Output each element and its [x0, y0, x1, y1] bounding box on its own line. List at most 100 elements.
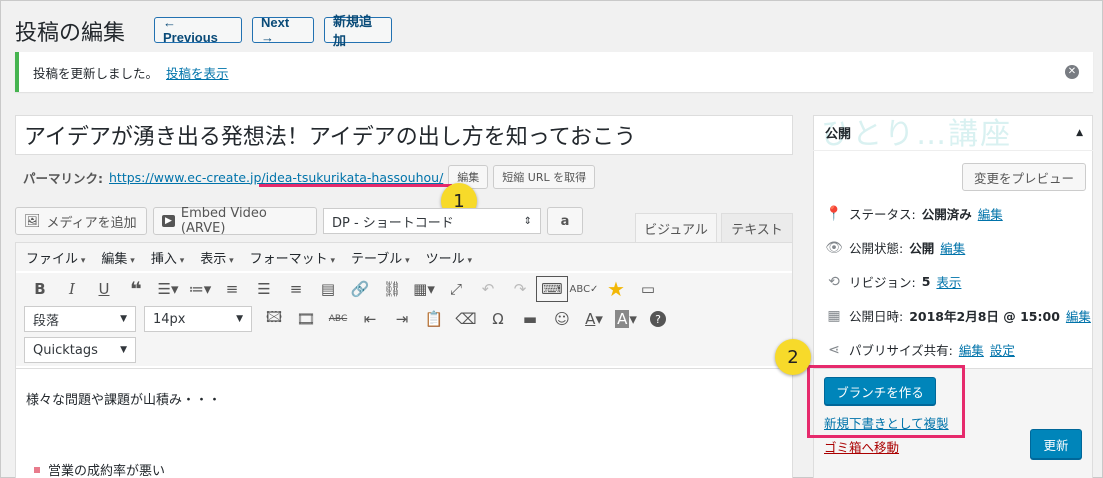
update-notice: 投稿を更新しました。 投稿を表示 ✕ — [15, 52, 1093, 92]
justify-icon[interactable]: ▤ — [312, 276, 344, 302]
format-select[interactable]: 段落 ▼ — [24, 306, 136, 332]
omega-icon[interactable]: Ω — [482, 306, 514, 332]
italic-icon[interactable]: I — [56, 276, 88, 302]
status-edit-link[interactable]: 編集 — [978, 204, 1003, 223]
revisions-view-link[interactable]: 表示 — [936, 272, 961, 291]
underline-icon[interactable]: U — [88, 276, 120, 302]
outdent-icon[interactable]: ⇤ — [354, 306, 386, 332]
text-color-icon[interactable]: A ▾ — [578, 306, 610, 332]
date-edit-link[interactable]: 編集 — [1066, 306, 1091, 325]
tab-visual[interactable]: ビジュアル — [635, 213, 717, 243]
shortlink-button[interactable]: 短縮 URL を取得 — [493, 165, 596, 189]
date-label: 公開日時: — [849, 309, 904, 324]
editor-content[interactable]: 様々な問題や課題が山積み・・・ 営業の成約率が悪い — [16, 368, 792, 478]
previous-button[interactable]: ← Previous — [154, 15, 242, 45]
menu-view[interactable]: 表示 — [200, 248, 233, 267]
bullet-list-icon[interactable]: ☰▾ — [152, 276, 184, 302]
content-paragraph: 様々な問題や課題が山積み・・・ — [26, 393, 222, 408]
page-title: 投稿の編集 — [15, 21, 126, 46]
toolbar-row-3: Quicktags ▼ — [16, 334, 792, 366]
align-left-icon[interactable]: ≡ — [216, 276, 248, 302]
status-label: ステータス: — [849, 207, 916, 222]
clear-formatting-icon[interactable]: ⌫ — [450, 306, 482, 332]
menu-tools[interactable]: ツール — [426, 248, 472, 267]
next-button[interactable]: Next → — [252, 15, 314, 45]
table-icon[interactable]: ▦▾ — [408, 276, 440, 302]
shortcode-select-value: DP - ショートコード — [332, 215, 454, 231]
select-arrows-icon: ⇕ — [523, 215, 532, 227]
format-select-value: 段落 — [33, 313, 60, 329]
visibility-label: 公開状態: — [849, 241, 904, 256]
horizontal-rule-icon[interactable]: ▬ — [514, 306, 546, 332]
page-break-icon[interactable]: ▭ — [632, 276, 664, 302]
list-item: 営業の成約率が悪い — [26, 460, 782, 478]
unlink-icon[interactable]: ⛓ — [376, 276, 408, 302]
toolbar-row-2: 段落 ▼ 14px ▼ 🖾 🎞 ABC ⇤ ⇥ 📋 ⌫ Ω ▬ ☺ A ▾ A ▾ … — [16, 303, 792, 335]
permalink-url[interactable]: https://www.ec-create.jp/idea-tsukurikat… — [109, 170, 443, 185]
bold-icon[interactable]: B — [24, 276, 56, 302]
publish-box-title[interactable]: 公開 ▲ — [813, 115, 1093, 151]
list-item-text: 営業の成約率が悪い — [48, 464, 166, 478]
add-media-label: メディアを追加 — [46, 215, 137, 231]
preview-changes-button[interactable]: 変更をプレビュー — [962, 163, 1086, 191]
font-size-select-value: 14px — [153, 311, 186, 327]
slug-highlight-underline — [259, 184, 452, 187]
view-post-link[interactable]: 投稿を表示 — [166, 63, 229, 82]
pin-icon: 📍 — [825, 205, 843, 222]
status-value: 公開済み — [921, 207, 972, 222]
menu-format[interactable]: フォーマット — [250, 248, 335, 267]
share-icon: ⋖ — [828, 341, 840, 358]
video-embed-icon[interactable]: 🎞 — [290, 306, 322, 332]
emoji-icon[interactable]: ☺ — [546, 306, 578, 332]
tab-text[interactable]: テキスト — [721, 213, 793, 243]
font-size-select[interactable]: 14px ▼ — [144, 306, 252, 332]
permalink-base: https://www.ec-create.jp/ — [109, 169, 266, 185]
move-to-trash-link[interactable]: ゴミ箱へ移動 — [824, 437, 899, 456]
paste-text-icon[interactable]: 📋 — [418, 306, 450, 332]
menu-file[interactable]: ファイル — [26, 248, 85, 267]
indent-icon[interactable]: ⇥ — [386, 306, 418, 332]
collapse-arrow-icon[interactable]: ▲ — [1076, 128, 1083, 138]
star-icon[interactable]: ★ — [600, 276, 632, 302]
add-new-button[interactable]: 新規追加 — [324, 14, 392, 48]
quicktags-select[interactable]: Quicktags ▼ — [24, 337, 136, 363]
fullscreen-icon[interactable]: ⤢ — [440, 276, 472, 302]
strikethrough-icon[interactable]: ABC — [322, 306, 354, 332]
menu-table[interactable]: テーブル — [351, 248, 410, 267]
eye-icon: 👁 — [825, 239, 843, 256]
post-title-input[interactable]: アイデアが湧き出る発想法！アイデアの出し方を知っておこう — [15, 115, 793, 155]
menu-insert[interactable]: 挿入 — [151, 248, 184, 267]
bullet-square-icon — [34, 466, 40, 473]
visibility-edit-link[interactable]: 編集 — [940, 238, 965, 257]
link-icon[interactable]: 🔗 — [344, 276, 376, 302]
image-icon[interactable]: 🖾 — [258, 306, 290, 332]
help-icon[interactable]: ? — [642, 306, 674, 332]
visibility-value: 公開 — [909, 241, 935, 256]
update-button[interactable]: 更新 — [1030, 429, 1082, 459]
toolbar-row-1: B I U ❝ ☰▾ ≔▾ ≡ ☰ ≡ ▤ 🔗 ⛓ ▦▾ ⤢ ↶ ↷ ⌨ ABC… — [16, 273, 792, 305]
align-center-icon[interactable]: ☰ — [248, 276, 280, 302]
spellcheck-icon[interactable]: ABC✓ — [568, 276, 600, 302]
chevron-down-icon: ▼ — [120, 314, 127, 324]
add-media-button[interactable]: 🖼 メディアを追加 — [15, 207, 147, 235]
blockquote-icon[interactable]: ❝ — [120, 276, 152, 302]
menu-edit[interactable]: 編集 — [101, 248, 134, 267]
publicize-settings-link[interactable]: 設定 — [990, 340, 1015, 359]
keyboard-icon[interactable]: ⌨ — [536, 276, 568, 302]
shortcode-select[interactable]: DP - ショートコード ⇕ — [323, 208, 541, 234]
background-color-icon[interactable]: A ▾ — [610, 306, 642, 332]
history-icon: ⟲ — [828, 273, 840, 290]
revisions-label: リビジョン: — [849, 275, 916, 290]
chevron-down-icon: ▼ — [120, 345, 127, 355]
amazon-button[interactable]: a — [547, 207, 583, 235]
align-right-icon[interactable]: ≡ — [280, 276, 312, 302]
redo-icon[interactable]: ↷ — [504, 276, 536, 302]
embed-video-button[interactable]: ▶ Embed Video (ARVE) — [153, 206, 317, 236]
visibility-row: 👁 公開状態: 公開 編集 — [825, 238, 965, 257]
close-icon[interactable]: ✕ — [1065, 65, 1079, 79]
publicize-label: パブリサイズ共有: — [849, 343, 953, 358]
numbered-list-icon[interactable]: ≔▾ — [184, 276, 216, 302]
undo-icon[interactable]: ↶ — [472, 276, 504, 302]
revisions-value: 5 — [921, 274, 931, 289]
publicize-edit-link[interactable]: 編集 — [959, 340, 984, 359]
